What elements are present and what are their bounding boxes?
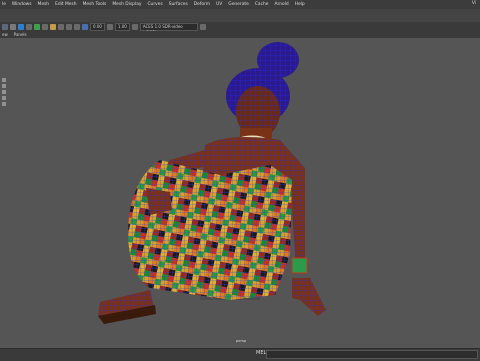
shadow-icon[interactable] bbox=[58, 23, 64, 30]
camera-icon[interactable] bbox=[2, 23, 8, 30]
menu-item-mesh-display[interactable]: Mesh Display bbox=[112, 2, 141, 7]
light-icon[interactable] bbox=[50, 23, 56, 30]
select-icon[interactable] bbox=[18, 23, 24, 30]
viewport-scene bbox=[98, 42, 326, 324]
smooth-shade-icon[interactable] bbox=[34, 23, 40, 30]
panel-menu-view[interactable]: ew bbox=[2, 32, 8, 37]
exposure-field[interactable]: 0.00 bbox=[90, 22, 105, 31]
3d-viewport[interactable] bbox=[0, 38, 480, 348]
wireframe-icon[interactable] bbox=[26, 23, 32, 30]
right-bracelet bbox=[291, 257, 308, 274]
panel-menubar: ew Panels bbox=[0, 31, 480, 38]
mel-label[interactable]: MEL bbox=[256, 350, 266, 356]
menu-item-curves[interactable]: Curves bbox=[147, 2, 162, 7]
menu-item-windows[interactable]: Windows bbox=[12, 2, 32, 7]
mel-command-input[interactable] bbox=[266, 350, 478, 359]
panel-menu-panels[interactable]: Panels bbox=[14, 32, 27, 37]
menu-item-arnold[interactable]: Arnold bbox=[274, 2, 288, 7]
colorspace-select[interactable]: ACES 1.0 SDR-video (sRGB) bbox=[139, 22, 198, 35]
grid-icon[interactable] bbox=[10, 23, 16, 30]
menu-item-surfaces[interactable]: Surfaces bbox=[169, 2, 188, 7]
colorspace-icon[interactable] bbox=[131, 23, 138, 30]
menu-item-edit-mesh[interactable]: Edit Mesh bbox=[55, 2, 76, 7]
menu-item-deform[interactable]: Deform bbox=[194, 2, 210, 7]
camera-name-label: persp bbox=[236, 339, 247, 343]
menu-item-cache[interactable]: Cache bbox=[255, 2, 269, 7]
xray-icon[interactable] bbox=[66, 23, 72, 30]
viewport-axis-markers bbox=[0, 76, 8, 136]
menu-item-mesh-tools[interactable]: Mesh Tools bbox=[83, 2, 107, 7]
menu-item-help[interactable]: Help bbox=[295, 2, 305, 7]
texture-icon[interactable] bbox=[42, 23, 48, 30]
main-menubar: le Windows Mesh Edit Mesh Mesh Tools Mes… bbox=[0, 0, 480, 9]
isolate-icon[interactable] bbox=[74, 23, 80, 30]
menu-item-generate[interactable]: Generate bbox=[228, 2, 249, 7]
panel-layout-icon[interactable] bbox=[199, 23, 206, 30]
gamma-icon[interactable] bbox=[106, 23, 113, 30]
exposure-icon[interactable] bbox=[82, 23, 88, 30]
menubar-right-label: Vi bbox=[471, 1, 476, 6]
menu-item-uv[interactable]: UV bbox=[216, 2, 222, 7]
menu-item-mesh[interactable]: Mesh bbox=[38, 2, 50, 7]
menu-item-partial[interactable]: le bbox=[2, 2, 6, 7]
gamma-field[interactable]: 1.00 bbox=[114, 22, 130, 31]
